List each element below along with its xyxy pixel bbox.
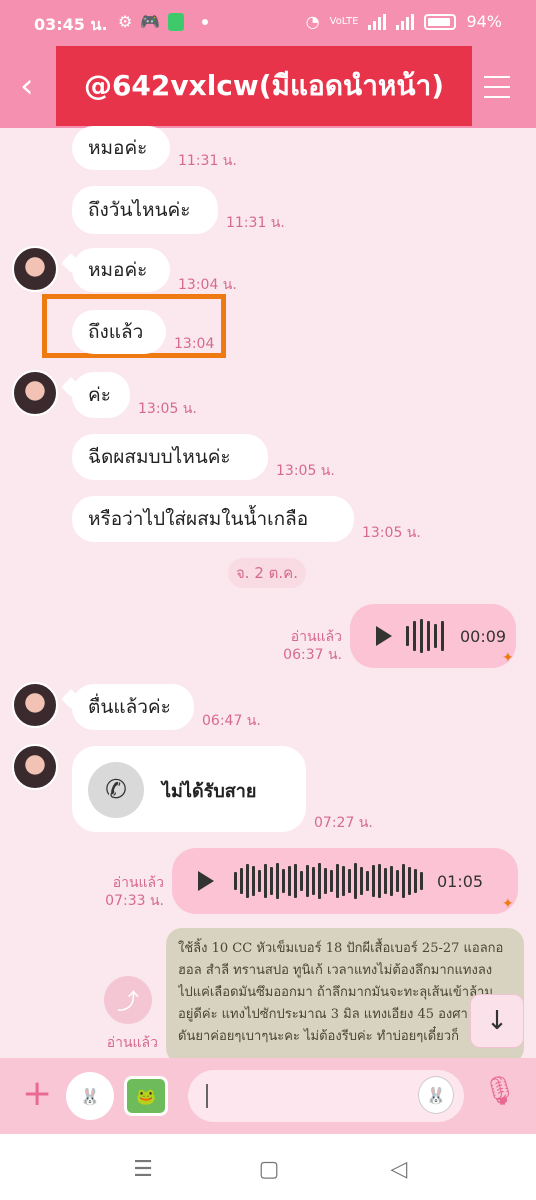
image-text-line: ไปแค่เลือดมันซึมออกมา ถ้าลึกมากมันจะทะลุ…	[178, 985, 493, 1000]
scroll-down-button[interactable]: ↓	[470, 994, 524, 1048]
message-time: 07:33 น.	[105, 893, 164, 909]
carrot-icon: ✦	[502, 896, 514, 912]
read-label: อ่านแล้ว	[290, 629, 342, 645]
message-time: 11:31 น.	[178, 153, 237, 169]
sticker-bunny-icon[interactable]: 🐰	[66, 1072, 114, 1120]
sticker-frog-icon[interactable]: 🐸	[124, 1076, 168, 1116]
avatar[interactable]	[12, 744, 58, 790]
message-bubble[interactable]: หมอค่ะ	[72, 248, 170, 292]
date-separator: จ. 2 ต.ค.	[228, 558, 306, 588]
waveform-icon	[406, 619, 444, 653]
voice-duration: 01:05	[437, 871, 484, 891]
image-text-line: ดันยาค่อยๆเบาๆนะคะ ไม่ต้องรีบค่ะ ทำบ่อยๆ…	[178, 1029, 459, 1044]
message-time: 06:37 น.	[283, 647, 342, 663]
read-receipt: อ่านแล้ว 07:33 น.	[100, 874, 164, 910]
home-icon[interactable]: ▢	[254, 1154, 284, 1184]
message-time: 13:04	[174, 336, 215, 352]
input-bar: + 🐰 🐸 🐰 🎙	[0, 1058, 536, 1134]
message-time: 13:05 น.	[276, 463, 335, 479]
read-label: อ่านแล้ว	[106, 1035, 158, 1051]
avatar[interactable]	[12, 246, 58, 292]
message-time: 11:31 น.	[226, 215, 285, 231]
phone-icon: ✆	[88, 762, 144, 818]
carrot-icon: ✦	[502, 650, 514, 666]
menu-icon[interactable]	[484, 76, 510, 98]
message-bubble[interactable]: ตื่นแล้วค่ะ	[72, 684, 194, 730]
message-time: 06:47 น.	[202, 713, 261, 729]
image-text-line: อยู่ดีค่ะ แทงไปซักประมาณ 3 มิล แทงเอียง …	[178, 1007, 468, 1022]
status-time: 03:45 น.	[34, 15, 108, 34]
signal-icon	[368, 13, 387, 30]
message-bubble[interactable]: หรือว่าไปใส่ผสมในน้ำเกลือ	[72, 496, 354, 542]
volte-icon: VoLTE	[329, 16, 359, 27]
message-bubble[interactable]: ถึงวันไหนค่ะ	[72, 186, 218, 234]
voice-duration: 00:09	[460, 626, 507, 646]
play-icon[interactable]	[198, 871, 214, 891]
signal-icon	[396, 13, 415, 30]
message-time: 13:05 น.	[362, 525, 421, 541]
plus-icon[interactable]: +	[22, 1074, 52, 1114]
missed-call-bubble[interactable]: ✆ ไม่ได้รับสาย	[72, 746, 306, 832]
message-bubble[interactable]: ถึงแล้ว	[72, 310, 166, 354]
image-text-line: ใช้ลิ้ง 10 CC หัวเข็มเบอร์ 18 ปักผีเสื้อ…	[178, 941, 504, 956]
settings-icon: ⚙	[118, 12, 133, 31]
back-arrow-icon[interactable]: ‹	[20, 68, 60, 108]
navigation-bar: ☰ ▢ ◁	[0, 1134, 536, 1200]
microphone-icon[interactable]: 🎙	[482, 1074, 518, 1118]
chat-header: ‹ @642vxlcw(มีแอดนำหน้า)	[0, 46, 536, 128]
back-icon[interactable]: ◁	[384, 1154, 414, 1184]
image-text-line: ฮอล สำลี ทรานสปอ ทูนิเก้ เวลาแทงไม่ต้องล…	[178, 963, 493, 978]
emoji-icon[interactable]: 🐰	[418, 1076, 454, 1114]
play-icon[interactable]	[376, 626, 392, 646]
share-icon[interactable]: ⤴	[104, 976, 152, 1024]
recent-apps-icon[interactable]: ☰	[128, 1154, 158, 1184]
text-caret	[206, 1084, 208, 1108]
image-message[interactable]: ใช้ลิ้ง 10 CC หัวเข็มเบอร์ 18 ปักผีเสื้อ…	[166, 928, 524, 1064]
read-label: อ่านแล้ว	[112, 875, 164, 891]
dot-icon	[202, 18, 209, 25]
waveform-icon	[234, 863, 423, 899]
message-time: 13:04 น.	[178, 277, 237, 293]
battery-icon	[424, 13, 457, 30]
status-right: ◔ VoLTE 94%	[306, 12, 502, 31]
game-icon: 🎮	[140, 12, 161, 31]
battery-percent: 94%	[466, 12, 502, 31]
avatar[interactable]	[12, 370, 58, 416]
message-time: 13:05 น.	[138, 401, 197, 417]
wifi-icon: ◔	[305, 12, 320, 31]
voice-message[interactable]: 01:05	[172, 848, 518, 914]
missed-call-label: ไม่ได้รับสาย	[162, 781, 257, 802]
message-bubble[interactable]: ฉีดผสมบบไหนค่ะ	[72, 434, 268, 480]
message-bubble[interactable]: ค่ะ	[72, 372, 130, 418]
message-time: 07:27 น.	[314, 815, 373, 831]
app-icon	[168, 12, 185, 31]
status-bar: 03:45 น. ⚙ 🎮 ◔ VoLTE 94%	[0, 0, 536, 46]
voice-message[interactable]: 00:09	[350, 604, 516, 668]
chat-title[interactable]: @642vxlcw(มีแอดนำหน้า)	[56, 46, 472, 126]
avatar[interactable]	[12, 682, 58, 728]
status-icons: ⚙ 🎮	[118, 12, 209, 31]
read-receipt: อ่านแล้ว 06:37 น.	[280, 628, 342, 664]
message-bubble[interactable]: หมอค่ะ	[72, 126, 170, 170]
